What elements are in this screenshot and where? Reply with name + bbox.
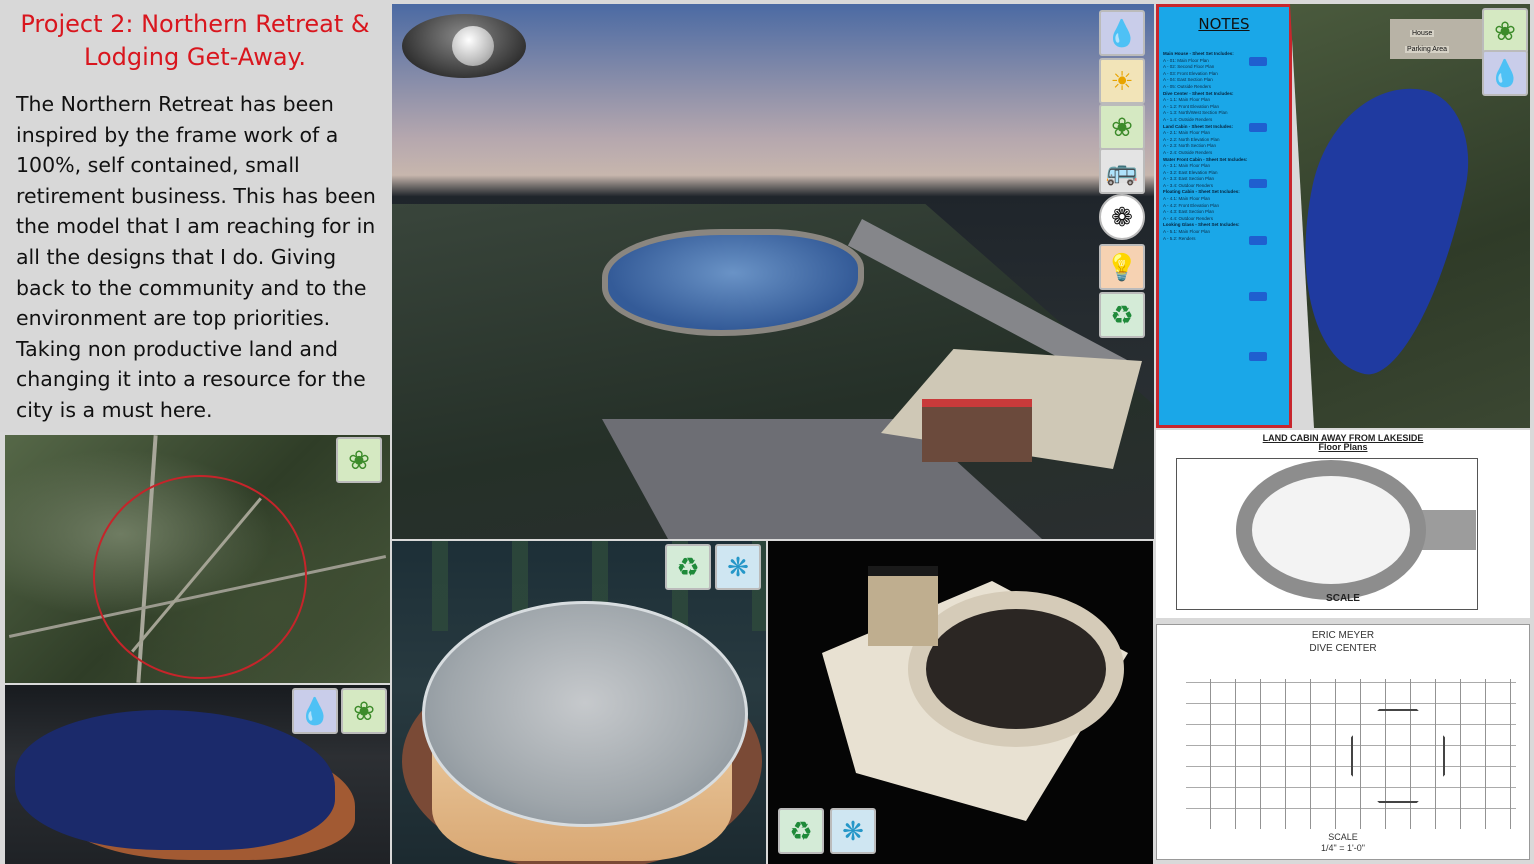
notes-list-item: A - 02: Second Floor Plan bbox=[1163, 64, 1215, 70]
notes-list-item: A - 2.2: North Elevation Plan bbox=[1163, 136, 1220, 142]
leed-seal-icon: ❁ bbox=[1099, 194, 1145, 240]
notes-section-heading: Dive Center - Sheet Set Includes: bbox=[1163, 90, 1234, 96]
notes-list-item: A - 04: East Section Plan bbox=[1163, 77, 1213, 83]
notes-section-heading: Main House - Sheet Set Includes: bbox=[1163, 51, 1234, 56]
cabin-plan-subtitle: Floor Plans bbox=[1318, 442, 1368, 452]
notes-section-heading: Water Front Cabin - Sheet Set Includes: bbox=[1163, 156, 1248, 162]
indoor-environmental-quality-icon: ❋ bbox=[715, 544, 761, 590]
notes-list-item: A - 03: Front Elevation Plan bbox=[1163, 70, 1218, 76]
energy-atmosphere-icon: ☀ bbox=[1099, 58, 1145, 104]
notes-list-item: A - 05: Outside Renders bbox=[1163, 83, 1212, 89]
dive-plan-scale: SCALE bbox=[1328, 832, 1358, 842]
site-location-circle bbox=[93, 475, 307, 679]
sheet-tag bbox=[1249, 57, 1267, 66]
project-title-line-1: Project 2: Northern Retreat & bbox=[20, 10, 370, 38]
innovation-icon: 💡 bbox=[1099, 244, 1145, 290]
notes-list: Main House - Sheet Set Includes: A - 01: … bbox=[1163, 51, 1263, 242]
lake-water bbox=[15, 710, 335, 850]
sustainable-sites-icon: ❀ bbox=[341, 688, 387, 734]
project-description-panel: Project 2: Northern Retreat & Lodging Ge… bbox=[0, 0, 390, 432]
materials-resources-icon: ♻ bbox=[665, 544, 711, 590]
sheet-tag bbox=[1249, 179, 1267, 188]
site-plan-house-label: House bbox=[1410, 30, 1435, 37]
site-plan-lake bbox=[1290, 71, 1484, 387]
sustainable-sites-icon: ❀ bbox=[336, 437, 382, 483]
sheet-tag bbox=[1249, 236, 1267, 245]
sustainable-sites-icon: ❀ bbox=[1099, 104, 1145, 150]
render-lodge-building bbox=[922, 399, 1032, 462]
materials-resources-icon: ♻ bbox=[1099, 292, 1145, 338]
dive-tower bbox=[868, 566, 938, 646]
notes-list-item: A - 2.3: North Section Plan bbox=[1163, 143, 1217, 149]
aerial-site-image bbox=[5, 435, 390, 683]
notes-list-item: A - 1.3: North/West Section Plan bbox=[1163, 110, 1228, 116]
notes-list-item: A - 3.4: Outdoor Renders bbox=[1163, 182, 1214, 188]
notes-list-item: A - 4.1: Main Floor Plan bbox=[1163, 196, 1211, 202]
project-description: The Northern Retreat has been inspired b… bbox=[16, 92, 376, 422]
notes-list-item: A - 5.2: Renders bbox=[1163, 235, 1196, 241]
notes-list-item: A - 3.1: Main Floor Plan bbox=[1163, 163, 1211, 169]
notes-list-item: A - 01: Main Floor Plan bbox=[1163, 57, 1209, 63]
notes-section-heading: Looking Glass - Sheet Set Includes: bbox=[1163, 222, 1240, 228]
materials-resources-icon: ♻ bbox=[778, 808, 824, 854]
indoor-environmental-quality-icon: ❋ bbox=[830, 808, 876, 854]
cabin-plan-round-wall bbox=[1236, 460, 1426, 600]
notes-section-heading: Floating Cabin - Sheet Set Includes: bbox=[1163, 189, 1240, 195]
water-efficiency-icon: 💧 bbox=[1099, 10, 1145, 56]
notes-panel: NOTES Main House - Sheet Set Includes: A … bbox=[1156, 4, 1292, 428]
site-plan-parking-label: Parking Area bbox=[1405, 46, 1450, 53]
dive-ring-building bbox=[908, 591, 1124, 747]
sheet-tag bbox=[1249, 352, 1267, 361]
dive-plan-subtitle: DIVE CENTER bbox=[1309, 643, 1377, 654]
water-efficiency-icon: 💧 bbox=[292, 688, 338, 734]
notes-list-item: A - 4.4: Outdoor Renders bbox=[1163, 215, 1214, 221]
toggle-knob bbox=[452, 26, 494, 66]
notes-list-item: A - 4.2: Front Elevation Plan bbox=[1163, 202, 1220, 208]
dive-plan-title: ERIC MEYER bbox=[1311, 630, 1375, 641]
notes-list-item: A - 2.1: Main Floor Plan bbox=[1163, 130, 1211, 136]
notes-list-item: A - 3.2: East Elevation Plan bbox=[1163, 169, 1218, 175]
notes-section-heading: Land Cabin - Sheet Set Includes: bbox=[1163, 123, 1234, 129]
sheet-tag bbox=[1249, 292, 1267, 301]
sheet-tag bbox=[1249, 123, 1267, 132]
notes-list-item: A - 1.2: Front Elevation Plan bbox=[1163, 103, 1220, 109]
dome-glass bbox=[422, 601, 748, 827]
transportation-icon: 🚌 bbox=[1099, 148, 1145, 194]
dive-center-render bbox=[768, 541, 1153, 864]
water-efficiency-icon: 💧 bbox=[1482, 50, 1528, 96]
land-cabin-floor-plan: LAND CABIN AWAY FROM LAKESIDE Floor Plan… bbox=[1156, 430, 1530, 618]
sustainable-sites-icon: ❀ bbox=[1482, 8, 1528, 54]
toggle-switch[interactable] bbox=[402, 14, 526, 78]
project-title-line-2: Lodging Get-Away. bbox=[84, 43, 306, 71]
notes-list-item: A - 1.1: Main Floor Plan bbox=[1163, 97, 1211, 103]
project-title: Project 2: Northern Retreat & Lodging Ge… bbox=[0, 8, 390, 74]
notes-list-item: A - 2.4: Outside Renders bbox=[1163, 149, 1213, 155]
notes-list-item: A - 1.4: Outside Renders bbox=[1163, 116, 1213, 122]
notes-title: NOTES bbox=[1198, 15, 1250, 33]
notes-list-item: A - 4.3: East Section Plan bbox=[1163, 209, 1215, 215]
cabin-plan-scale: SCALE bbox=[1326, 593, 1360, 604]
dive-center-drawing: ERIC MEYER DIVE CENTER SCALE 1/4" = 1'-0… bbox=[1156, 624, 1530, 860]
main-site-render bbox=[392, 4, 1154, 539]
dome-cabin-render bbox=[392, 541, 766, 864]
dive-plan-scale-ratio: 1/4" = 1'-0" bbox=[1321, 843, 1365, 853]
notes-list-item: A - 3.3: East Section Plan bbox=[1163, 176, 1215, 182]
notes-list-item: A - 5.1: Main Floor Plan bbox=[1163, 229, 1211, 235]
